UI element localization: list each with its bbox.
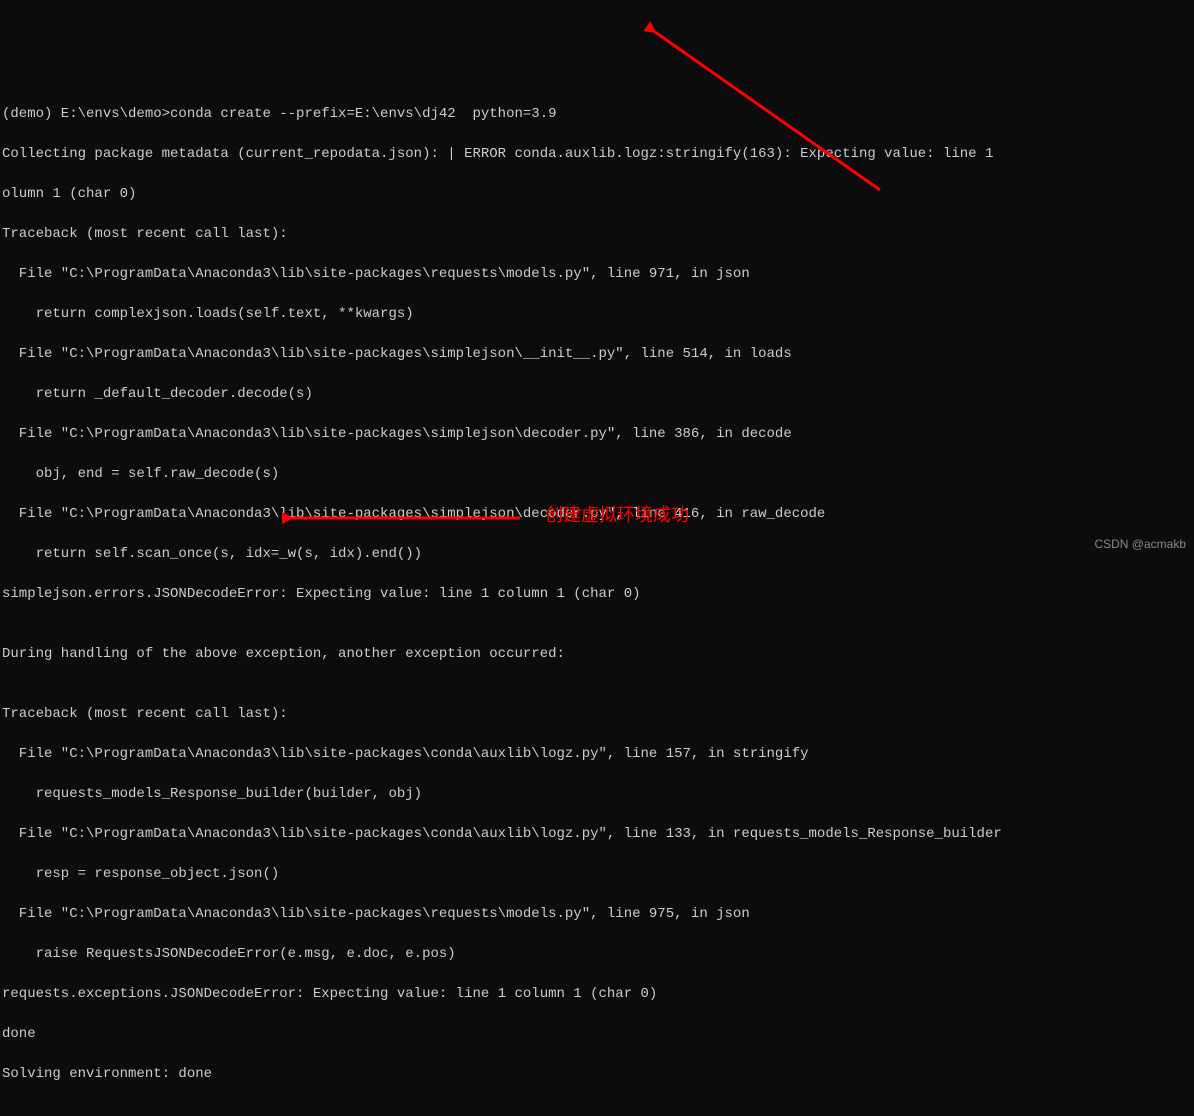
terminal-output[interactable]: (demo) E:\envs\demo>conda create --prefi… bbox=[0, 80, 1194, 1116]
terminal-line: requests_models_Response_builder(builder… bbox=[2, 784, 1192, 804]
terminal-line: File "C:\ProgramData\Anaconda3\lib\site-… bbox=[2, 824, 1192, 844]
terminal-line: File "C:\ProgramData\Anaconda3\lib\site-… bbox=[2, 744, 1192, 764]
terminal-line: File "C:\ProgramData\Anaconda3\lib\site-… bbox=[2, 904, 1192, 924]
terminal-line: return self.scan_once(s, idx=_w(s, idx).… bbox=[2, 544, 1192, 564]
terminal-line: Traceback (most recent call last): bbox=[2, 224, 1192, 244]
terminal-line: Solving environment: done bbox=[2, 1064, 1192, 1084]
annotation-label: 创建虚拟环境成功 bbox=[545, 505, 689, 525]
watermark: CSDN @acmakb bbox=[1094, 534, 1186, 554]
terminal-line: olumn 1 (char 0) bbox=[2, 184, 1192, 204]
terminal-line: File "C:\ProgramData\Anaconda3\lib\site-… bbox=[2, 344, 1192, 364]
terminal-line: obj, end = self.raw_decode(s) bbox=[2, 464, 1192, 484]
terminal-line: resp = response_object.json() bbox=[2, 864, 1192, 884]
terminal-line: return _default_decoder.decode(s) bbox=[2, 384, 1192, 404]
terminal-line: File "C:\ProgramData\Anaconda3\lib\site-… bbox=[2, 424, 1192, 444]
terminal-line: During handling of the above exception, … bbox=[2, 644, 1192, 664]
terminal-line: Traceback (most recent call last): bbox=[2, 704, 1192, 724]
terminal-line: File "C:\ProgramData\Anaconda3\lib\site-… bbox=[2, 264, 1192, 284]
terminal-line: return complexjson.loads(self.text, **kw… bbox=[2, 304, 1192, 324]
terminal-line: raise RequestsJSONDecodeError(e.msg, e.d… bbox=[2, 944, 1192, 964]
terminal-line: Collecting package metadata (current_rep… bbox=[2, 144, 1192, 164]
terminal-line: simplejson.errors.JSONDecodeError: Expec… bbox=[2, 584, 1192, 604]
terminal-line: done bbox=[2, 1024, 1192, 1044]
terminal-line: (demo) E:\envs\demo>conda create --prefi… bbox=[2, 104, 1192, 124]
terminal-line: requests.exceptions.JSONDecodeError: Exp… bbox=[2, 984, 1192, 1004]
